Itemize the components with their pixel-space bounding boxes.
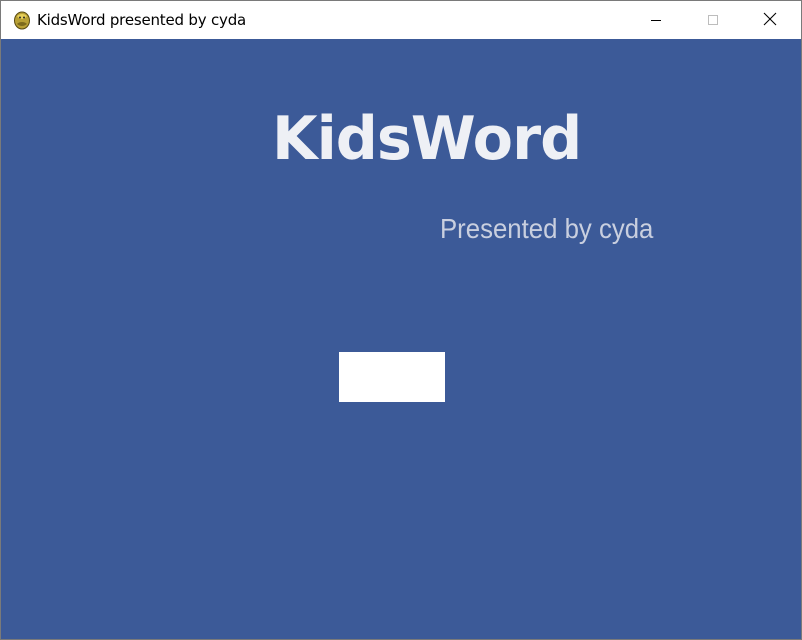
app-window: KidsWord presented by cyda KidsWord Pres… bbox=[0, 0, 802, 640]
python-snake-icon bbox=[13, 11, 31, 30]
close-button[interactable] bbox=[747, 1, 793, 39]
logo-title: KidsWord bbox=[272, 104, 582, 174]
subtitle-text: Presented by cyda bbox=[440, 213, 654, 244]
window-title: KidsWord presented by cyda bbox=[37, 11, 247, 29]
start-button[interactable] bbox=[339, 352, 445, 402]
maximize-icon bbox=[707, 11, 719, 30]
minimize-button[interactable] bbox=[633, 1, 679, 39]
game-canvas[interactable]: KidsWord Presented by cyda bbox=[1, 39, 801, 639]
maximize-button[interactable] bbox=[690, 1, 736, 39]
minimize-icon bbox=[650, 11, 662, 30]
title-bar[interactable]: KidsWord presented by cyda bbox=[1, 1, 801, 39]
close-icon bbox=[763, 11, 777, 30]
